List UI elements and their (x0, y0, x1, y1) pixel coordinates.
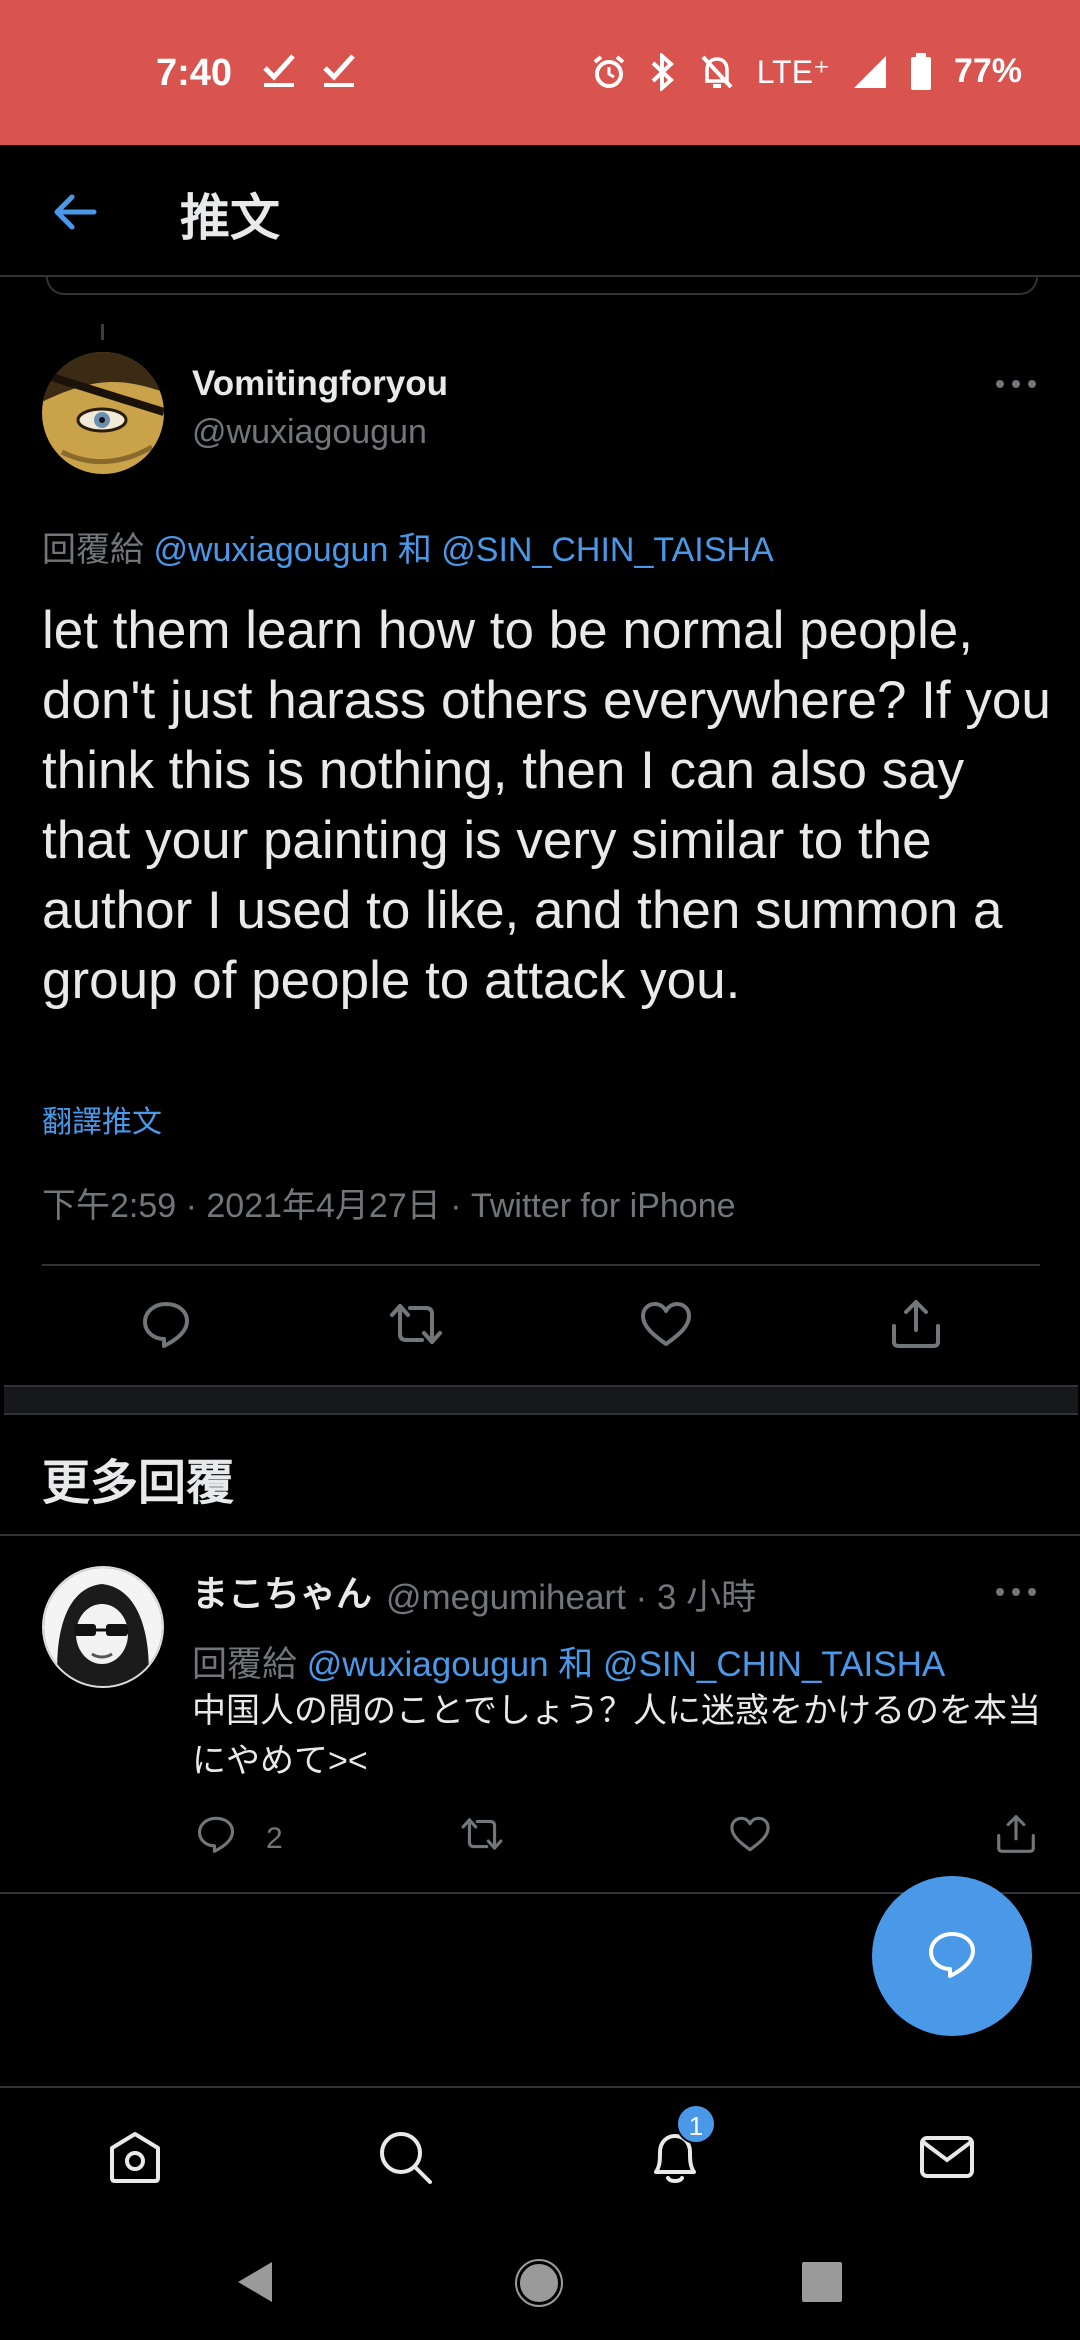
battery-percent: 77% (953, 52, 1022, 90)
reply-to-and: 和 (397, 531, 432, 569)
recents-square-icon[interactable] (802, 2262, 842, 2307)
reply-text: 中国人の間のことでしょう？人に迷惑をかけるのを本当にやめて>< (192, 1692, 1041, 1780)
more-options-icon[interactable] (996, 1582, 1040, 1602)
status-bar: 7:40 LTE⁺ 77% (0, 0, 1080, 145)
notification-badge: 1 (676, 2104, 716, 2144)
retweet-icon[interactable] (460, 1812, 504, 1856)
reply-to-label: 回覆給 (42, 531, 144, 569)
top-app-bar: 推文 (0, 145, 1080, 277)
mute-icon (699, 53, 735, 91)
status-time: 7:40 (156, 52, 233, 94)
tweet-timestamp: 下午2:59 · 2021年4月27日 · Twitter for iPhone (42, 1187, 736, 1225)
page-title: 推文 (180, 190, 280, 246)
system-navigation-bar (0, 2220, 1080, 2340)
more-options-icon[interactable] (996, 374, 1040, 394)
reply-bubble-icon (924, 1926, 980, 1987)
reply-count: 2 (266, 1822, 283, 1855)
bluetooth-icon (649, 52, 677, 91)
home-circle-icon[interactable] (514, 2258, 564, 2313)
reply-to-label: 回覆給 (192, 1645, 298, 1684)
avatar[interactable] (42, 352, 164, 474)
bottom-navigation (0, 2086, 1080, 2220)
mention-link[interactable]: @wuxiagougun (153, 531, 388, 569)
reply-icon[interactable] (194, 1812, 238, 1856)
home-icon[interactable] (106, 2128, 164, 2186)
reply-to-and: 和 (558, 1645, 594, 1684)
compose-reply-button[interactable] (872, 1876, 1032, 2036)
avatar[interactable] (42, 1566, 164, 1688)
messages-envelope-icon[interactable] (918, 2128, 976, 2186)
retweet-icon[interactable] (388, 1296, 444, 1352)
tweet-text: let them learn how to be normal people, … (42, 601, 1051, 1010)
mention-link[interactable]: @wuxiagougun (307, 1645, 549, 1684)
check-notification-icon (262, 50, 296, 90)
share-icon[interactable] (994, 1812, 1038, 1856)
thread-connector-line (101, 324, 104, 340)
reply-author-handle[interactable]: @megumiheart · 3 小時 (386, 1569, 756, 1620)
alarm-icon (591, 54, 627, 90)
signal-icon (852, 54, 888, 90)
previous-tweet-edge (46, 277, 1038, 295)
network-label: LTE⁺ (756, 53, 830, 90)
share-icon[interactable] (888, 1296, 944, 1352)
back-arrow-icon[interactable] (50, 187, 100, 237)
like-heart-icon[interactable] (638, 1296, 694, 1352)
author-handle[interactable]: @wuxiagougun (192, 413, 427, 452)
battery-icon (910, 52, 932, 91)
divider (0, 1534, 1080, 1536)
mention-link[interactable]: @SIN_CHIN_TAISHA (441, 531, 773, 569)
reply-to-line: 回覆給 @wuxiagougun 和 @SIN_CHIN_TAISHA (192, 1636, 945, 1687)
like-heart-icon[interactable] (728, 1812, 772, 1856)
mention-link[interactable]: @SIN_CHIN_TAISHA (603, 1645, 945, 1684)
search-icon[interactable] (376, 2128, 434, 2186)
more-replies-heading: 更多回覆 (42, 1457, 235, 1510)
reply-icon[interactable] (138, 1296, 194, 1352)
check-notification-icon (322, 50, 356, 90)
reply-to-line: 回覆給 @wuxiagougun 和 @SIN_CHIN_TAISHA (42, 522, 774, 571)
divider (42, 1264, 1040, 1266)
author-name[interactable]: Vomitingforyou (192, 364, 448, 404)
translate-tweet-link[interactable]: 翻譯推文 (42, 1097, 162, 1141)
section-divider (4, 1385, 1078, 1415)
reply-author-name[interactable]: まこちゃん (192, 1565, 372, 1617)
back-triangle-icon[interactable] (234, 2260, 274, 2309)
